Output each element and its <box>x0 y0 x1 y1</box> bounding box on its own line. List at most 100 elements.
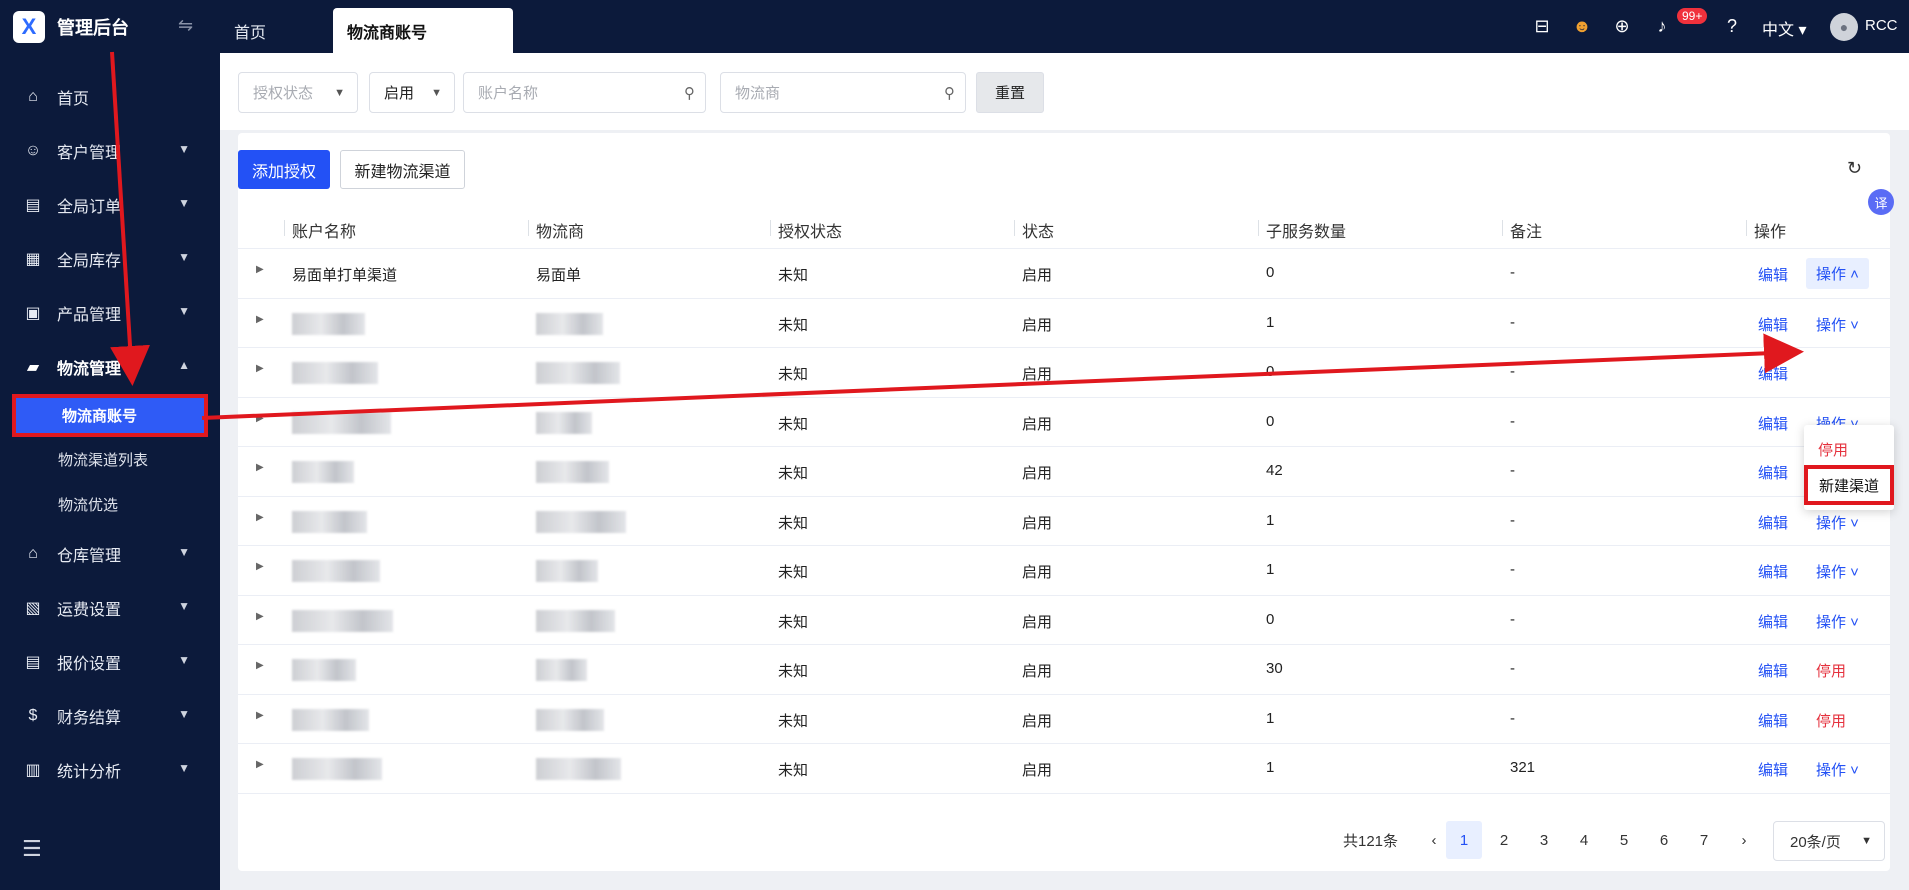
more-actions-button[interactable]: 操作 ˅ <box>1816 561 1859 582</box>
note-cell: - <box>1510 660 1515 677</box>
expand-row-icon[interactable]: ▶ <box>256 660 264 671</box>
sidebar-item-warehouse[interactable]: ⌂ 仓库管理 ▼ <box>0 527 220 581</box>
collapse-toggle-icon[interactable]: ⇋ <box>178 15 193 36</box>
avatar[interactable]: ● <box>1830 13 1858 41</box>
page-4[interactable]: 4 <box>1566 821 1602 859</box>
robot-icon[interactable]: ☻ <box>1570 14 1594 38</box>
edit-link[interactable]: 编辑 <box>1758 710 1788 731</box>
expand-row-icon[interactable]: ▶ <box>256 759 264 770</box>
sidebar-item-logistics[interactable]: ▰ 物流管理 ▲ <box>0 340 220 394</box>
table-row[interactable]: ▶ 未知 启用 1 - 编辑 操作 ˅ <box>238 546 1890 596</box>
edit-link[interactable]: 编辑 <box>1758 611 1788 632</box>
edit-link[interactable]: 编辑 <box>1758 759 1788 780</box>
user-name[interactable]: RCC <box>1865 17 1898 34</box>
more-actions-button[interactable]: 操作 ˅ <box>1816 759 1859 780</box>
bell-icon[interactable]: ♪ <box>1650 14 1674 38</box>
edit-link[interactable]: 编辑 <box>1758 413 1788 434</box>
sidebar-item-products[interactable]: ▣ 产品管理 ▼ <box>0 286 220 340</box>
sidebar-item-finance[interactable]: $ 财务结算 ▼ <box>0 689 220 743</box>
expand-row-icon[interactable]: ▶ <box>256 512 264 523</box>
sub-service-count-cell: 1 <box>1266 313 1275 331</box>
more-actions-button[interactable]: 操作 ˅ <box>1816 512 1859 533</box>
edit-link[interactable]: 编辑 <box>1758 660 1788 681</box>
expand-row-icon[interactable]: ▶ <box>256 462 264 473</box>
table-row[interactable]: ▶ 未知 启用 1 321 编辑 操作 ˅ <box>238 744 1890 794</box>
inbox-icon[interactable]: ⊟ <box>1530 14 1554 38</box>
auth-status-select[interactable]: 授权状态 ▼ <box>238 72 358 113</box>
page-size-select[interactable]: 20条/页 ▼ <box>1773 821 1885 861</box>
account-name-placeholder: 账户名称 <box>478 85 539 102</box>
expand-row-icon[interactable]: ▶ <box>256 413 264 424</box>
table-row[interactable]: ▶ 未知 启用 30 - 编辑 停用 <box>238 645 1890 695</box>
edit-link[interactable]: 编辑 <box>1758 363 1788 384</box>
note-cell: - <box>1510 462 1515 479</box>
page-5[interactable]: 5 <box>1606 821 1642 859</box>
download-icon[interactable]: ⊕ <box>1610 14 1634 38</box>
help-icon[interactable]: ? <box>1720 14 1744 38</box>
chevron-down-icon: ▼ <box>178 707 190 721</box>
status-select[interactable]: 启用 ▼ <box>369 72 455 113</box>
edit-link[interactable]: 编辑 <box>1758 462 1788 483</box>
next-page-icon[interactable]: › <box>1726 821 1762 859</box>
edit-link[interactable]: 编辑 <box>1758 264 1788 285</box>
expand-row-icon[interactable]: ▶ <box>256 363 264 374</box>
sidebar-item-label: 全局库存 <box>57 253 122 270</box>
table-row[interactable]: ▶ 未知 启用 0 - 编辑 <box>238 348 1890 398</box>
sidebar-subitem-channel-list[interactable]: 物流渠道列表 <box>0 437 220 482</box>
edit-link[interactable]: 编辑 <box>1758 561 1788 582</box>
account-name-input[interactable]: 账户名称 ⚲ <box>463 72 706 113</box>
chevron-down-icon: ▼ <box>178 545 190 559</box>
expand-row-icon[interactable]: ▶ <box>256 710 264 721</box>
table-row[interactable]: ▶未知启用42-编辑停用 <box>238 447 1890 497</box>
reset-button[interactable]: 重置 <box>976 72 1044 113</box>
expand-row-icon[interactable]: ▶ <box>256 561 264 572</box>
edit-link[interactable]: 编辑 <box>1758 314 1788 335</box>
table-row[interactable]: ▶ 未知 启用 1 - 编辑 停用 <box>238 695 1890 744</box>
sidebar-item-shipping-fees[interactable]: ▧ 运费设置 ▼ <box>0 581 220 635</box>
tab-home[interactable]: 首页 <box>234 8 266 53</box>
page-1[interactable]: 1 <box>1446 821 1482 859</box>
disable-link[interactable]: 停用 <box>1816 660 1846 681</box>
expand-row-icon[interactable]: ▶ <box>256 611 264 622</box>
language-select[interactable]: 中文 ▾ <box>1762 16 1807 40</box>
disable-link[interactable]: 停用 <box>1816 710 1846 731</box>
dropdown-new-channel-item[interactable]: 新建渠道 <box>1804 465 1894 505</box>
table-row[interactable]: ▶ 未知 启用 1 - 编辑 操作 ˅ <box>238 299 1890 348</box>
more-actions-button[interactable]: 操作 ˅ <box>1816 314 1859 335</box>
sidebar-item-customers[interactable]: ☺ 客户管理 ▼ <box>0 124 220 178</box>
page-2[interactable]: 2 <box>1486 821 1522 859</box>
page-3[interactable]: 3 <box>1526 821 1562 859</box>
chevron-down-icon: ▼ <box>178 599 190 613</box>
table-row[interactable]: ▶ 未知 启用 0- 编辑 操作 ˅ <box>238 398 1890 447</box>
redacted-account-name <box>292 362 378 384</box>
sidebar-item-quotes[interactable]: ▤ 报价设置 ▼ <box>0 635 220 689</box>
sidebar-item-orders[interactable]: ▤ 全局订单 ▼ <box>0 178 220 232</box>
page-7[interactable]: 7 <box>1686 821 1722 859</box>
carrier-placeholder: 物流商 <box>735 85 781 102</box>
new-logistics-channel-button[interactable]: 新建物流渠道 <box>340 150 465 189</box>
page-6[interactable]: 6 <box>1646 821 1682 859</box>
more-actions-button[interactable]: 操作 ˄ <box>1806 258 1869 289</box>
bag-icon: ▣ <box>25 305 41 322</box>
table-row[interactable]: ▶ 未知 启用 1 - 编辑 操作 ˅ <box>238 497 1890 546</box>
menu-fold-icon[interactable]: ☰ <box>22 836 42 862</box>
table-row[interactable]: ▶ 未知 启用 0- 编辑 操作 ˅ <box>238 596 1890 645</box>
redacted-account-name <box>292 312 365 335</box>
table-row[interactable]: ▶ 易面单打单渠道 易面单 未知 启用 0- 编辑 操作 ˄ <box>238 249 1890 299</box>
expand-row-icon[interactable]: ▶ <box>256 264 264 275</box>
sidebar-item-inventory[interactable]: ▦ 全局库存 ▼ <box>0 232 220 286</box>
sidebar-subitem-carrier-accounts[interactable]: 物流商账号 <box>12 394 208 437</box>
add-authorization-button[interactable]: 添加授权 <box>238 150 330 189</box>
sidebar-subitem-logistics-optimize[interactable]: 物流优选 <box>0 482 220 527</box>
more-actions-button[interactable]: 操作 ˅ <box>1816 611 1859 632</box>
auth-status-cell: 未知 <box>778 267 809 284</box>
dropdown-disable-item[interactable]: 停用 <box>1818 439 1848 460</box>
edit-link[interactable]: 编辑 <box>1758 512 1788 533</box>
refresh-icon[interactable]: ↻ <box>1847 158 1862 179</box>
expand-row-icon[interactable]: ▶ <box>256 314 264 325</box>
chevron-down-icon: ˅ <box>1846 564 1859 581</box>
sidebar-item-statistics[interactable]: ▥ 统计分析 ▼ <box>0 743 220 797</box>
carrier-input[interactable]: 物流商 ⚲ <box>720 72 966 113</box>
sidebar-item-home[interactable]: ⌂ 首页 <box>0 70 220 124</box>
tab-carrier-accounts[interactable]: 物流商账号 <box>333 8 513 53</box>
